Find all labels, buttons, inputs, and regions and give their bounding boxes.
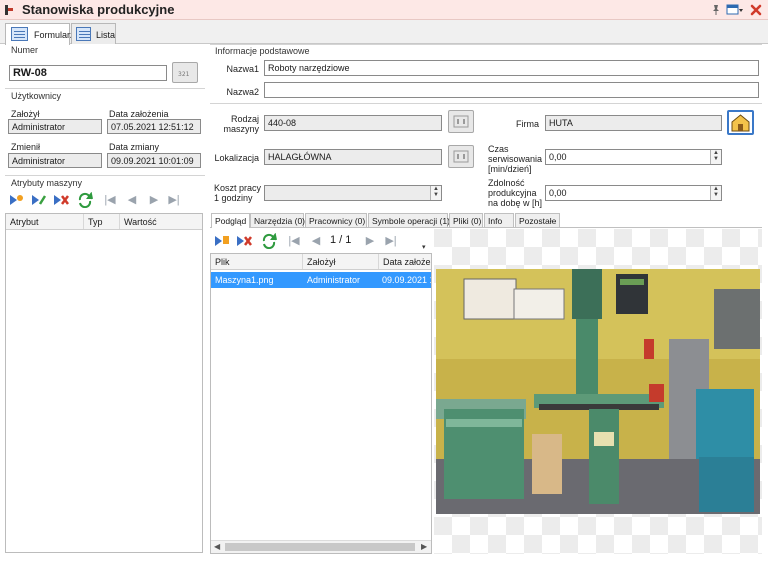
divider — [210, 103, 762, 104]
nazwa1-label: Nazwa1 — [226, 64, 259, 74]
machine-type-field: 440-08 — [264, 115, 442, 131]
file-pager: 1 / 1 — [330, 234, 352, 246]
spin-buttons: ▲ ▼ — [430, 186, 441, 200]
changed-date-label: Data zmiany — [109, 142, 160, 152]
tab-formularz-label: Formularz — [34, 30, 75, 40]
scroll-right-icon[interactable]: ▶ — [421, 542, 427, 551]
service-time-label: Czas serwisowania [min/dzień] — [488, 144, 543, 174]
created-by-field: Administrator — [8, 119, 102, 134]
col-file[interactable]: Plik — [211, 254, 303, 269]
divider — [5, 88, 205, 89]
form-icon — [11, 27, 28, 41]
spin-buttons[interactable]: ▲ ▼ — [710, 150, 721, 164]
machine-type-label: Rodzaj maszyny — [223, 114, 259, 134]
tab-lista-label: Lista — [96, 30, 116, 40]
divider — [210, 44, 762, 45]
sub-tab-pozostale[interactable]: Pozostałe — [515, 213, 560, 227]
company-label: Firma — [516, 119, 539, 129]
tab-formularz[interactable]: Formularz — [5, 23, 75, 45]
changed-date-field: 09.09.2021 10:01:09 — [107, 153, 201, 168]
app-icon — [4, 4, 14, 16]
attributes-group-label: Atrybuty maszyny — [11, 178, 83, 188]
col-created-by[interactable]: Założył — [303, 254, 379, 269]
nazwa2-label: Nazwa2 — [226, 87, 259, 97]
capacity-label: Zdolność produkcyjna na dobę w [h] — [488, 178, 543, 208]
table-row[interactable]: Maszyna1.png Administrator 09.09.2021 1 — [211, 272, 431, 288]
pin-icon[interactable] — [710, 4, 722, 16]
sub-tab-info[interactable]: Info — [484, 213, 514, 227]
nazwa2-field[interactable] — [264, 82, 759, 98]
last-file-icon[interactable]: ▶| — [385, 234, 397, 248]
horizontal-scrollbar[interactable]: ◀ ▶ — [211, 540, 431, 553]
file-name-cell: Maszyna1.png — [215, 275, 274, 285]
last-page-icon[interactable]: ▶| — [168, 193, 180, 207]
location-field: HALAGŁÓWNA — [264, 149, 442, 165]
sub-tab-symbole-operacji[interactable]: Symbole operacji (1) — [368, 213, 450, 227]
sub-tab-narzedzia[interactable]: Narzędzia (0) — [250, 213, 305, 227]
next-file-icon[interactable]: ▶ — [364, 234, 376, 248]
refresh-files-icon[interactable] — [261, 232, 277, 250]
sub-tab-pliki[interactable]: Pliki (0) — [449, 213, 483, 227]
files-grid: Plik Założył Data założen Maszyna1.png A… — [210, 253, 432, 554]
scroll-thumb[interactable] — [225, 543, 415, 551]
edit-attribute-icon[interactable] — [31, 192, 47, 208]
numer-field[interactable]: RW-08 — [9, 65, 167, 81]
spin-buttons[interactable]: ▲ ▼ — [710, 186, 721, 200]
first-page-icon[interactable]: |◀ — [104, 193, 116, 207]
delete-attribute-icon[interactable] — [53, 192, 69, 208]
delete-file-icon[interactable] — [236, 233, 252, 249]
tab-lista[interactable]: Lista — [71, 23, 116, 44]
service-time-value: 0,00 — [549, 152, 567, 162]
created-date-label: Data założenia — [109, 109, 169, 119]
prev-file-icon[interactable]: ◀ — [310, 234, 322, 248]
attributes-grid-header: Atrybut Typ Wartość — [6, 214, 202, 230]
generate-number-button[interactable]: 321 — [172, 62, 198, 83]
attributes-grid: Atrybut Typ Wartość — [5, 213, 203, 553]
created-by-label: Założył — [11, 109, 40, 119]
numer-label: Numer — [11, 45, 39, 55]
col-type[interactable]: Typ — [84, 214, 120, 229]
nazwa1-field[interactable]: Roboty narzędziowe — [264, 60, 759, 76]
basic-info-group-label: Informacje podstawowe — [215, 46, 310, 56]
col-attribute[interactable]: Atrybut — [6, 214, 84, 229]
list-icon — [76, 27, 91, 41]
users-group-label: Użytkownicy — [11, 91, 62, 101]
svg-text:321: 321 — [178, 71, 190, 78]
machine-type-picker-button[interactable] — [448, 110, 474, 133]
col-created-date[interactable]: Data założen — [379, 254, 431, 269]
add-file-icon[interactable] — [214, 233, 230, 249]
changed-by-label: Zmienił — [11, 142, 41, 152]
prev-page-icon[interactable]: ◀ — [126, 193, 138, 207]
service-time-field[interactable]: 0,00 ▲ ▼ — [545, 149, 722, 165]
first-file-icon[interactable]: |◀ — [288, 234, 300, 248]
window-title: Stanowiska produkcyjne — [22, 2, 175, 17]
file-created-by-cell: Administrator — [307, 275, 361, 285]
window-menu-icon[interactable] — [726, 3, 744, 17]
next-page-icon[interactable]: ▶ — [148, 193, 160, 207]
changed-by-field: Administrator — [8, 153, 102, 168]
divider — [5, 175, 205, 176]
file-date-cell: 09.09.2021 1 — [382, 275, 432, 285]
sub-tab-pracownicy[interactable]: Pracownicy (0) — [305, 213, 367, 227]
sub-tab-strip-line — [210, 227, 762, 228]
location-label: Lokalizacja — [214, 153, 259, 163]
refresh-attributes-icon[interactable] — [77, 191, 93, 209]
col-value[interactable]: Wartość — [120, 214, 202, 229]
files-grid-header: Plik Założył Data założen — [211, 254, 431, 270]
hourly-cost-label: Koszt pracy 1 godziny — [214, 183, 262, 203]
capacity-field[interactable]: 0,00 ▲ ▼ — [545, 185, 722, 201]
company-picker-button[interactable] — [727, 110, 754, 135]
capacity-value: 0,00 — [549, 188, 567, 198]
company-field: HUTA — [545, 115, 722, 131]
machine-photo — [434, 229, 762, 554]
toolbar-overflow-icon[interactable]: ▾ — [422, 244, 430, 252]
created-date-field: 07.05.2021 12:51:12 — [107, 119, 201, 134]
close-icon[interactable] — [749, 3, 763, 17]
scroll-left-icon[interactable]: ◀ — [214, 542, 220, 551]
image-preview — [434, 229, 762, 554]
hourly-cost-field: ▲ ▼ — [264, 185, 442, 201]
location-picker-button[interactable] — [448, 145, 474, 168]
sub-tab-podglad[interactable]: Podgląd — [211, 213, 250, 228]
add-attribute-icon[interactable] — [9, 192, 25, 208]
